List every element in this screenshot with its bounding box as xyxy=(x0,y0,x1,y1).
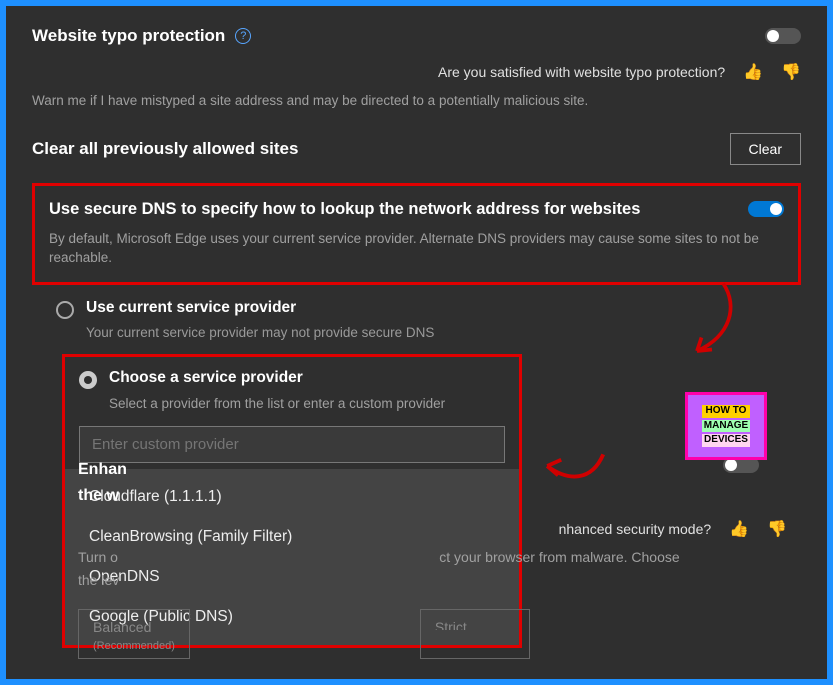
radio-choose-label: Choose a service provider xyxy=(109,369,303,387)
recommended-label: (Recommended) xyxy=(93,638,175,656)
enhance-title-frag1: Enhan xyxy=(78,457,127,483)
typo-title: Website typo protection xyxy=(32,26,225,46)
dns-description: By default, Microsoft Edge uses your cur… xyxy=(49,229,784,268)
enhance-desc-frag-right: ct your browser from malware. Choose xyxy=(439,546,679,591)
enhanced-security-section: Enhan the w nhanced security mode? 👍 👎 T… xyxy=(78,457,787,659)
secure-dns-section: Use secure DNS to specify how to lookup … xyxy=(32,183,801,285)
typo-feedback-row: Are you satisfied with website typo prot… xyxy=(32,62,801,82)
enhance-feedback-question: nhanced security mode? xyxy=(559,518,712,540)
enhance-desc-frag1: Turn o xyxy=(78,546,119,568)
clear-button[interactable]: Clear xyxy=(730,133,801,165)
mode-strict-tab[interactable]: Strict xyxy=(420,609,530,659)
typo-description: Warn me if I have mistyped a site addres… xyxy=(32,92,801,111)
dns-title: Use secure DNS to specify how to lookup … xyxy=(49,200,640,219)
logo-line1: HOW TO xyxy=(702,405,751,418)
enhance-desc-frag2: the lev xyxy=(78,569,119,591)
strict-label: Strict xyxy=(435,616,515,630)
thumbs-down-icon[interactable]: 👎 xyxy=(781,62,801,82)
typo-protection-row: Website typo protection ? xyxy=(32,26,801,46)
radio-choose-provider[interactable]: Choose a service provider xyxy=(79,369,505,389)
logo-line2: MANAGE xyxy=(702,420,750,433)
balanced-label: Balanced xyxy=(93,616,175,638)
typo-feedback-question: Are you satisfied with website typo prot… xyxy=(438,64,725,80)
logo-line3: DEVICES xyxy=(702,434,750,447)
radio-icon[interactable] xyxy=(79,371,97,389)
clear-sites-row: Clear all previously allowed sites Clear xyxy=(32,133,801,165)
clear-sites-title: Clear all previously allowed sites xyxy=(32,139,298,159)
watermark-logo: HOW TO MANAGE DEVICES xyxy=(685,392,767,460)
enhance-title-frag2: the w xyxy=(78,483,119,509)
typo-toggle[interactable] xyxy=(765,28,801,44)
radio-current-sub: Your current service provider may not pr… xyxy=(86,325,801,340)
radio-current-label: Use current service provider xyxy=(86,299,296,317)
thumbs-down-icon[interactable]: 👎 xyxy=(767,517,787,543)
thumbs-up-icon[interactable]: 👍 xyxy=(743,62,763,82)
dns-toggle[interactable] xyxy=(748,201,784,217)
radio-current-provider[interactable]: Use current service provider xyxy=(56,299,801,319)
radio-icon[interactable] xyxy=(56,301,74,319)
mode-balanced-tab[interactable]: Balanced (Recommended) xyxy=(78,609,190,659)
help-icon[interactable]: ? xyxy=(235,28,251,44)
thumbs-up-icon[interactable]: 👍 xyxy=(729,517,749,543)
radio-choose-sub: Select a provider from the list or enter… xyxy=(109,395,505,414)
